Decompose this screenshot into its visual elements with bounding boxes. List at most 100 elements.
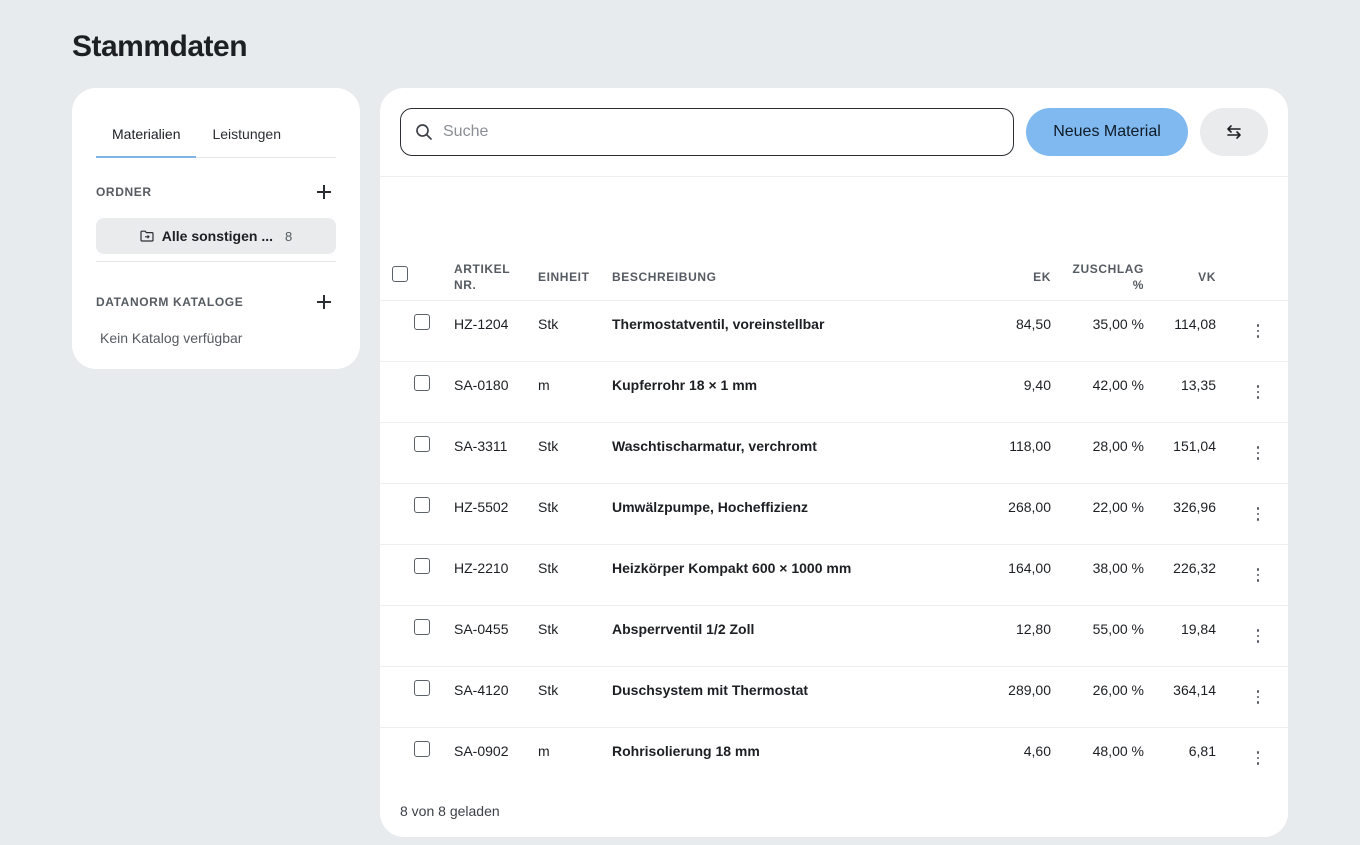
cell-einheit: Stk <box>538 438 559 454</box>
table-row[interactable]: SA-0455 Stk Absperrventil 1/2 Zoll 12,80… <box>380 606 1288 667</box>
cell-vk: 114,08 <box>1174 316 1216 332</box>
more-vertical-icon[interactable] <box>1250 445 1266 461</box>
cell-artikel: HZ-5502 <box>454 499 509 515</box>
sidebar-divider <box>96 261 336 262</box>
more-vertical-icon[interactable] <box>1250 567 1266 583</box>
cell-einheit: m <box>538 743 550 759</box>
table-row[interactable]: SA-0902 m Rohrisolierung 18 mm 4,60 48,0… <box>380 728 1288 789</box>
cell-einheit: Stk <box>538 682 559 698</box>
cell-beschreibung: Kupferrohr 18 × 1 mm <box>612 377 758 393</box>
row-checkbox[interactable] <box>414 680 430 696</box>
row-checkbox[interactable] <box>414 314 430 330</box>
search-input[interactable] <box>443 123 983 141</box>
row-checkbox[interactable] <box>414 436 430 452</box>
header-zuschlag[interactable]: ZUSCHLAG % <box>1060 261 1144 293</box>
cell-beschreibung: Thermostatventil, voreinstellbar <box>612 316 825 332</box>
cell-artikel: HZ-2210 <box>454 560 509 576</box>
add-catalog-plus-icon[interactable] <box>314 292 334 312</box>
tab-leistungen[interactable]: Leistungen <box>196 112 297 158</box>
cell-einheit: Stk <box>538 499 559 515</box>
cell-beschreibung: Rohrisolierung 18 mm <box>612 743 760 759</box>
cell-ek: 118,00 <box>1009 438 1051 454</box>
cell-einheit: m <box>538 377 550 393</box>
cell-zuschlag: 28,00 % <box>1092 438 1144 454</box>
cell-artikel: SA-0180 <box>454 377 509 393</box>
table-footer-status: 8 von 8 geladen <box>400 803 500 819</box>
page-title: Stammdaten <box>72 30 248 63</box>
cell-ek: 84,50 <box>1015 316 1051 332</box>
more-vertical-icon[interactable] <box>1250 323 1266 339</box>
header-zuschlag-line1: ZUSCHLAG <box>1072 262 1144 276</box>
table-row[interactable]: SA-4120 Stk Duschsystem mit Thermostat 2… <box>380 667 1288 728</box>
search-icon <box>416 124 432 140</box>
cell-beschreibung: Absperrventil 1/2 Zoll <box>612 621 755 637</box>
header-einheit[interactable]: EINHEIT <box>538 269 590 285</box>
table-header: ARTIKEL NR. EINHEIT BESCHREIBUNG EK ZUSC… <box>380 177 1288 301</box>
folders-header: ORDNER <box>96 182 336 202</box>
sidebar-tabs: Materialien Leistungen <box>96 112 336 158</box>
cell-vk: 151,04 <box>1173 438 1216 454</box>
row-checkbox[interactable] <box>414 619 430 635</box>
header-beschreibung[interactable]: BESCHREIBUNG <box>612 269 717 285</box>
cell-artikel: SA-3311 <box>454 438 508 454</box>
select-all-checkbox[interactable] <box>392 266 408 282</box>
table-row[interactable]: SA-3311 Stk Waschtischarmatur, verchromt… <box>380 423 1288 484</box>
new-material-button[interactable]: Neues Material <box>1026 108 1188 156</box>
row-checkbox[interactable] <box>414 375 430 391</box>
header-artikel-line2: NR. <box>454 278 477 292</box>
folder-item-all-others[interactable]: Alle sonstigen ... 8 <box>96 218 336 254</box>
header-artikel[interactable]: ARTIKEL NR. <box>454 261 510 293</box>
folder-item-label: Alle sonstigen ... <box>161 228 273 244</box>
more-vertical-icon[interactable] <box>1250 628 1266 644</box>
cell-zuschlag: 35,00 % <box>1092 316 1144 332</box>
table-row[interactable]: HZ-5502 Stk Umwälzpumpe, Hocheffizienz 2… <box>380 484 1288 545</box>
cell-artikel: SA-0455 <box>454 621 509 637</box>
cell-artikel: SA-0902 <box>454 743 509 759</box>
materials-panel: Neues Material ARTIKEL NR. EINHEIT BESCH… <box>380 88 1288 837</box>
more-vertical-icon[interactable] <box>1250 689 1266 705</box>
tab-materialien[interactable]: Materialien <box>96 112 197 158</box>
cell-zuschlag: 48,00 % <box>1092 743 1144 759</box>
cell-vk: 226,32 <box>1173 560 1216 576</box>
cell-artikel: HZ-1204 <box>454 316 509 332</box>
cell-einheit: Stk <box>538 560 559 576</box>
row-checkbox[interactable] <box>414 741 430 757</box>
more-vertical-icon[interactable] <box>1250 750 1266 766</box>
cell-einheit: Stk <box>538 621 559 637</box>
folder-item-count: 8 <box>285 228 293 244</box>
header-ek[interactable]: EK <box>980 269 1051 285</box>
table-row[interactable]: SA-0180 m Kupferrohr 18 × 1 mm 9,40 42,0… <box>380 362 1288 423</box>
more-vertical-icon[interactable] <box>1250 506 1266 522</box>
catalogs-label: DATANORM KATALOGE <box>96 295 244 309</box>
more-vertical-icon[interactable] <box>1250 384 1266 400</box>
search-box[interactable] <box>400 108 1014 156</box>
folder-icon <box>140 230 154 242</box>
cell-ek: 164,00 <box>1008 560 1051 576</box>
catalogs-header: DATANORM KATALOGE <box>96 292 336 312</box>
table-row[interactable]: HZ-2210 Stk Heizkörper Kompakt 600 × 100… <box>380 545 1288 606</box>
add-folder-plus-icon[interactable] <box>314 182 334 202</box>
cell-zuschlag: 38,00 % <box>1092 560 1144 576</box>
cell-vk: 13,35 <box>1180 377 1216 393</box>
row-checkbox[interactable] <box>414 497 430 513</box>
table-body: HZ-1204 Stk Thermostatventil, voreinstel… <box>380 301 1288 789</box>
cell-ek: 12,80 <box>1015 621 1051 637</box>
cell-beschreibung: Heizkörper Kompakt 600 × 1000 mm <box>612 560 852 576</box>
header-vk[interactable]: VK <box>1150 269 1216 285</box>
cell-einheit: Stk <box>538 316 559 332</box>
cell-ek: 289,00 <box>1008 682 1051 698</box>
cell-beschreibung: Duschsystem mit Thermostat <box>612 682 809 698</box>
header-artikel-line1: ARTIKEL <box>454 262 511 276</box>
cell-ek: 4,60 <box>1023 743 1051 759</box>
materials-table: ARTIKEL NR. EINHEIT BESCHREIBUNG EK ZUSC… <box>380 177 1288 789</box>
cell-vk: 19,84 <box>1180 621 1216 637</box>
cell-zuschlag: 55,00 % <box>1092 621 1144 637</box>
folders-label: ORDNER <box>96 185 152 199</box>
swap-button[interactable] <box>1200 108 1268 156</box>
table-row[interactable]: HZ-1204 Stk Thermostatventil, voreinstel… <box>380 301 1288 362</box>
cell-ek: 9,40 <box>1023 377 1051 393</box>
sidebar-panel: Materialien Leistungen ORDNER Alle sonst… <box>72 88 360 369</box>
cell-beschreibung: Waschtischarmatur, verchromt <box>612 438 817 454</box>
row-checkbox[interactable] <box>414 558 430 574</box>
header-zuschlag-line2: % <box>1132 278 1144 292</box>
